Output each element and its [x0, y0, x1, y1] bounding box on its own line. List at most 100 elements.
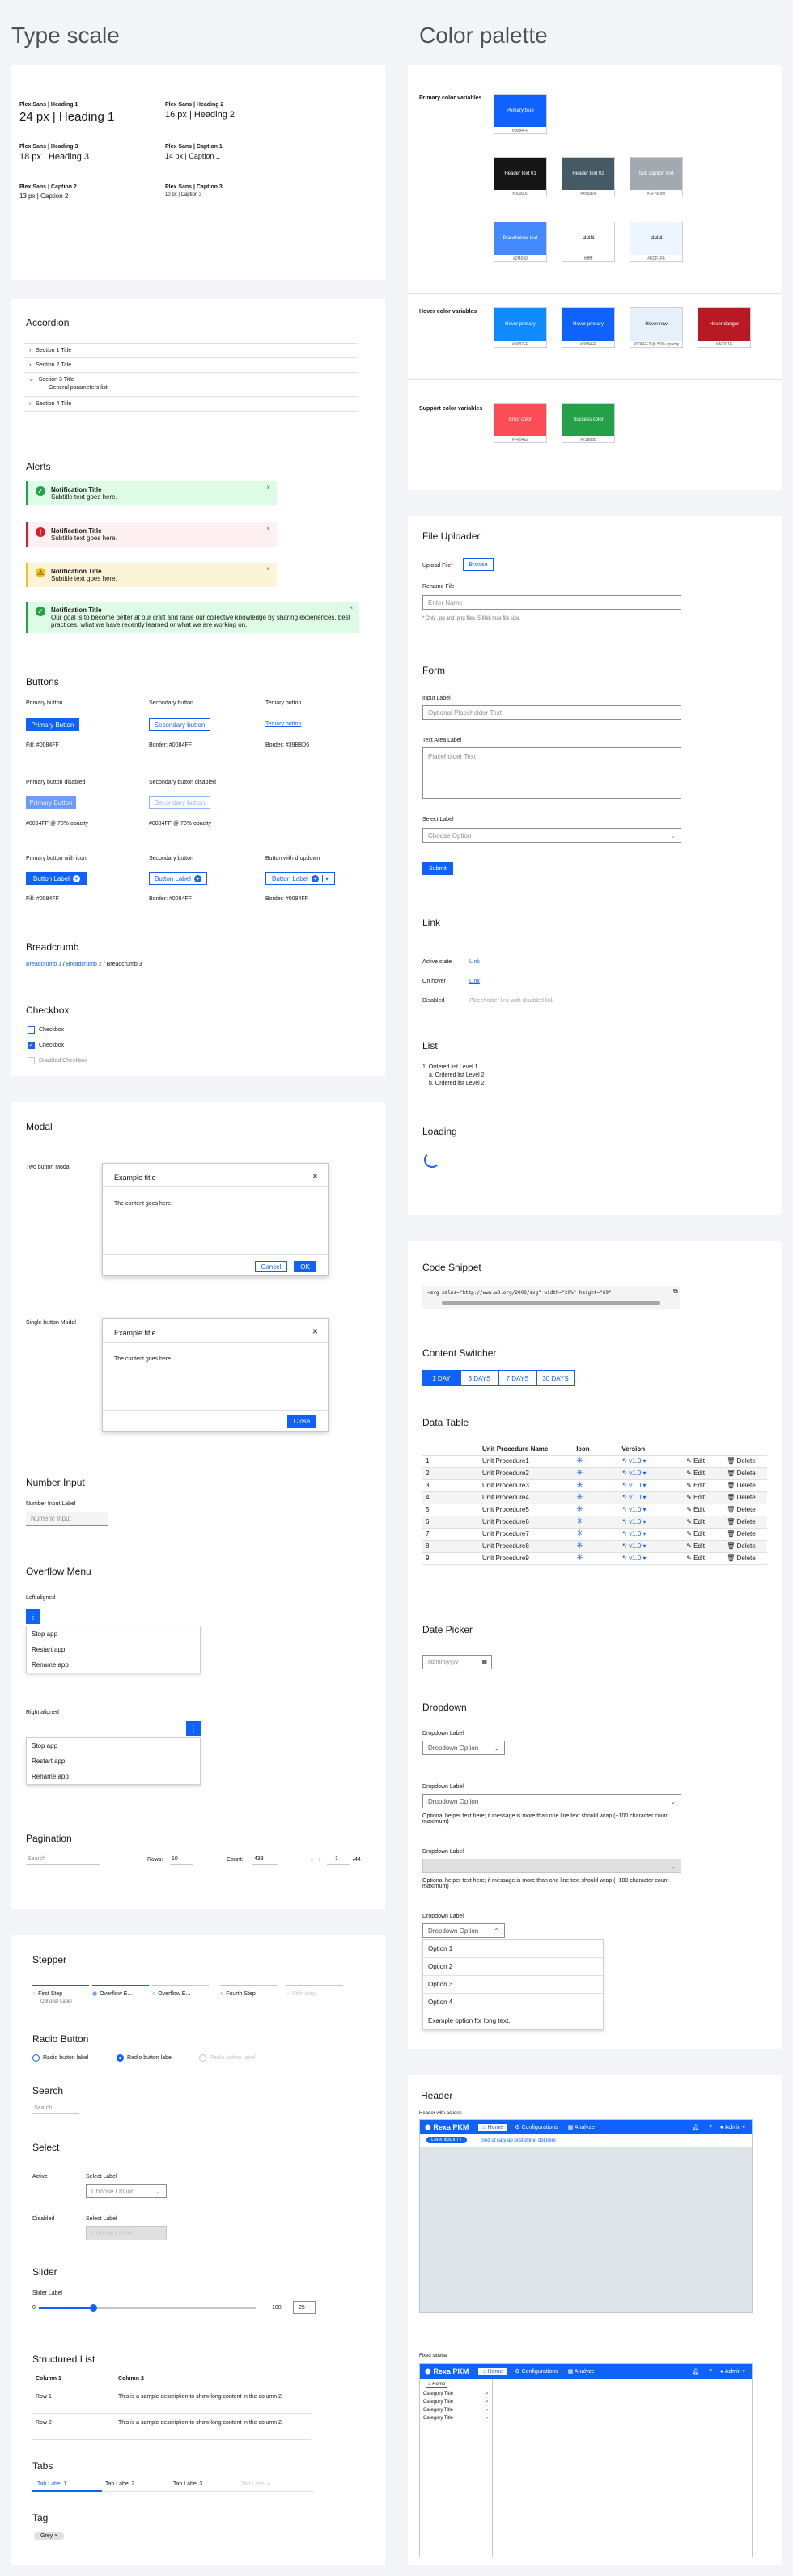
close-icon[interactable]: × — [266, 565, 270, 573]
dropdown-option[interactable]: Option 2 — [423, 1958, 603, 1976]
action-link[interactable]: Sed ut cary ap post done, dolorem — [481, 2138, 556, 2143]
help-icon[interactable]: ? — [709, 2369, 712, 2375]
overflow-menu-icon[interactable]: ⋮ — [186, 1721, 201, 1736]
dropdown-option[interactable]: Option 1 — [423, 1940, 603, 1958]
chevron-right-icon[interactable]: › — [319, 1855, 321, 1863]
dropdown-option[interactable]: Option 3 — [423, 1976, 603, 1994]
edit-button[interactable]: ✎ Edit — [683, 1467, 724, 1480]
switcher-option[interactable]: 3 DAYS — [460, 1370, 498, 1386]
table-row[interactable]: 2 Unit Procedure2 ✳ ↰ v1.0 ▾ ✎ Edit 🗑︎ Delete — [422, 1467, 767, 1480]
version-select[interactable]: ↰ v1.0 ▾ — [618, 1516, 684, 1529]
menu-item[interactable]: Rename app — [27, 1769, 200, 1784]
calendar-icon[interactable]: ▦ — [481, 1659, 487, 1665]
version-select[interactable]: ↰ v1.0 ▾ — [618, 1552, 684, 1565]
close-icon[interactable]: × — [312, 1326, 318, 1337]
delete-button[interactable]: 🗑︎ Delete — [723, 1504, 767, 1516]
edit-button[interactable]: ✎ Edit — [683, 1540, 724, 1553]
tertiary-button[interactable]: Tertiary button — [265, 721, 301, 727]
dropdown-button[interactable]: Button Label + ▾ — [265, 872, 335, 885]
form-select[interactable]: Choose Option ⌄ — [422, 828, 681, 843]
tab-2[interactable]: Tab Label 2 — [105, 2481, 134, 2487]
table-row[interactable]: 3 Unit Procedure3 ✳ ↰ v1.0 ▾ ✎ Edit 🗑︎ Delete — [422, 1479, 767, 1492]
nav-tab-analyze[interactable]: ▦ Analyze — [568, 2368, 595, 2375]
nav-tab-home[interactable]: ⌂ Home — [478, 2123, 507, 2131]
edit-button[interactable]: ✎ Edit — [683, 1491, 724, 1504]
edit-button[interactable]: ✎ Edit — [683, 1479, 724, 1492]
text-input[interactable]: Optional Placeholder Text — [422, 705, 681, 720]
table-row[interactable]: 8 Unit Procedure8 ✳ ↰ v1.0 ▾ ✎ Edit 🗑︎ Delete — [422, 1540, 767, 1553]
switcher-option[interactable]: 30 DAYS — [536, 1370, 575, 1386]
edit-button[interactable]: ✎ Edit — [683, 1528, 724, 1541]
switcher-option[interactable]: 1 DAY — [422, 1370, 460, 1386]
menu-item[interactable]: Restart app — [27, 1753, 200, 1769]
accordion-item[interactable]: › Section 1 Title — [29, 345, 71, 356]
bell-icon[interactable]: 🔔︎ — [692, 2368, 699, 2375]
close-icon[interactable]: × — [312, 1170, 318, 1182]
version-select[interactable]: ↰ v1.0 ▾ — [618, 1528, 684, 1541]
delete-button[interactable]: 🗑︎ Delete — [723, 1528, 767, 1541]
edit-button[interactable]: ✎ Edit — [683, 1455, 724, 1468]
step-2[interactable]: ◉ Overflow E... — [92, 1990, 132, 1998]
secondary-button[interactable]: Secondary button — [149, 718, 210, 731]
dropdown-option[interactable]: Example option for long text. — [423, 2011, 603, 2029]
edit-button[interactable]: ✎ Edit — [683, 1552, 724, 1565]
page-input[interactable]: 1 — [327, 1854, 350, 1865]
admin-menu[interactable]: ● Admin ▾ — [720, 2368, 745, 2375]
version-select[interactable]: ↰ v1.0 ▾ — [618, 1540, 684, 1553]
select-active[interactable]: Choose Option ⌄ — [86, 2184, 167, 2198]
text-area[interactable]: Placeholder Text — [422, 747, 681, 799]
close-icon[interactable]: × — [54, 2533, 57, 2539]
close-icon[interactable]: × — [266, 484, 270, 491]
delete-button[interactable]: 🗑︎ Delete — [723, 1491, 767, 1504]
scrollbar[interactable] — [442, 1301, 660, 1305]
delete-button[interactable]: 🗑︎ Delete — [723, 1479, 767, 1492]
accordion-item[interactable]: › Section 2 Title — [29, 359, 71, 370]
accordion-item-open[interactable]: ⌄ Section 3 Title — [29, 374, 74, 385]
delete-button[interactable]: 🗑︎ Delete — [723, 1455, 767, 1468]
dropdown[interactable]: Dropdown Option ⌄ — [422, 1741, 505, 1755]
sidebar-item[interactable]: Category Title › — [423, 2408, 488, 2413]
copy-icon[interactable]: ⧉ — [673, 1288, 678, 1296]
pagination-search[interactable]: Search — [26, 1854, 100, 1865]
ok-button[interactable]: OK — [294, 1261, 316, 1272]
overflow-menu-icon[interactable]: ⋮ — [26, 1609, 40, 1624]
close-icon[interactable]: × — [266, 525, 270, 532]
bell-icon[interactable]: 🔔︎ — [692, 2124, 699, 2130]
delete-button[interactable]: 🗑︎ Delete — [723, 1552, 767, 1565]
browse-button[interactable]: Browse — [463, 558, 494, 571]
delete-button[interactable]: 🗑︎ Delete — [723, 1540, 767, 1553]
breadcrumb-link[interactable]: Breadcrumb 1 — [26, 962, 61, 967]
link-hover[interactable]: Link — [469, 979, 480, 984]
table-row[interactable]: 1 Unit Procedure1 ✳ ↰ v1.0 ▾ ✎ Edit 🗑︎ Delete — [422, 1455, 767, 1468]
sidebar-item[interactable]: Category Title › — [423, 2392, 488, 2396]
submit-button[interactable]: Submit — [422, 862, 453, 875]
dropdown-open[interactable]: Dropdown Option ⌃ — [422, 1923, 505, 1938]
primary-button[interactable]: Primary Button — [26, 718, 79, 731]
nav-tab-home[interactable]: ⌂ Home — [478, 2367, 507, 2375]
dropdown-wide[interactable]: Dropdown Option ⌄ — [422, 1794, 681, 1808]
menu-item[interactable]: Stop app — [27, 1626, 200, 1642]
step-1[interactable]: ◌ First Step — [32, 1990, 62, 1998]
delete-button[interactable]: 🗑︎ Delete — [723, 1467, 767, 1480]
close-button[interactable]: Close — [287, 1415, 316, 1428]
switcher-option[interactable]: 7 DAYS — [498, 1370, 536, 1386]
date-input[interactable]: dd/mm/yyyy ▦ — [422, 1655, 492, 1669]
rows-select[interactable]: 10 — [170, 1854, 193, 1865]
table-row[interactable]: 5 Unit Procedure5 ✳ ↰ v1.0 ▾ ✎ Edit 🗑︎ Delete — [422, 1504, 767, 1516]
version-select[interactable]: ↰ v1.0 ▾ — [618, 1491, 684, 1504]
accordion-item[interactable]: › Section 4 Title — [29, 398, 71, 409]
checkbox-checked[interactable]: ✓ Checkbox — [28, 1040, 64, 1050]
link-active[interactable]: Link — [469, 959, 480, 965]
version-select[interactable]: ↰ v1.0 ▾ — [618, 1504, 684, 1516]
edit-button[interactable]: ✎ Edit — [683, 1504, 724, 1516]
tab-1[interactable]: Tab Label 1 — [37, 2481, 66, 2487]
tab-3[interactable]: Tab Label 3 — [173, 2481, 202, 2487]
nav-tab-configurations[interactable]: ⚙ Configurations — [515, 2124, 558, 2130]
step-3[interactable]: ○ Overflow E... — [152, 1990, 190, 1998]
search-input[interactable]: Search — [32, 2103, 79, 2114]
sidebar-item[interactable]: Category Title › — [423, 2416, 488, 2421]
admin-menu[interactable]: ● Admin ▾ — [720, 2124, 745, 2130]
breadcrumb-link[interactable]: Breadcrumb 2 — [66, 962, 102, 967]
slider-value-input[interactable]: 25 — [293, 2301, 316, 2314]
version-select[interactable]: ↰ v1.0 ▾ — [618, 1467, 684, 1480]
